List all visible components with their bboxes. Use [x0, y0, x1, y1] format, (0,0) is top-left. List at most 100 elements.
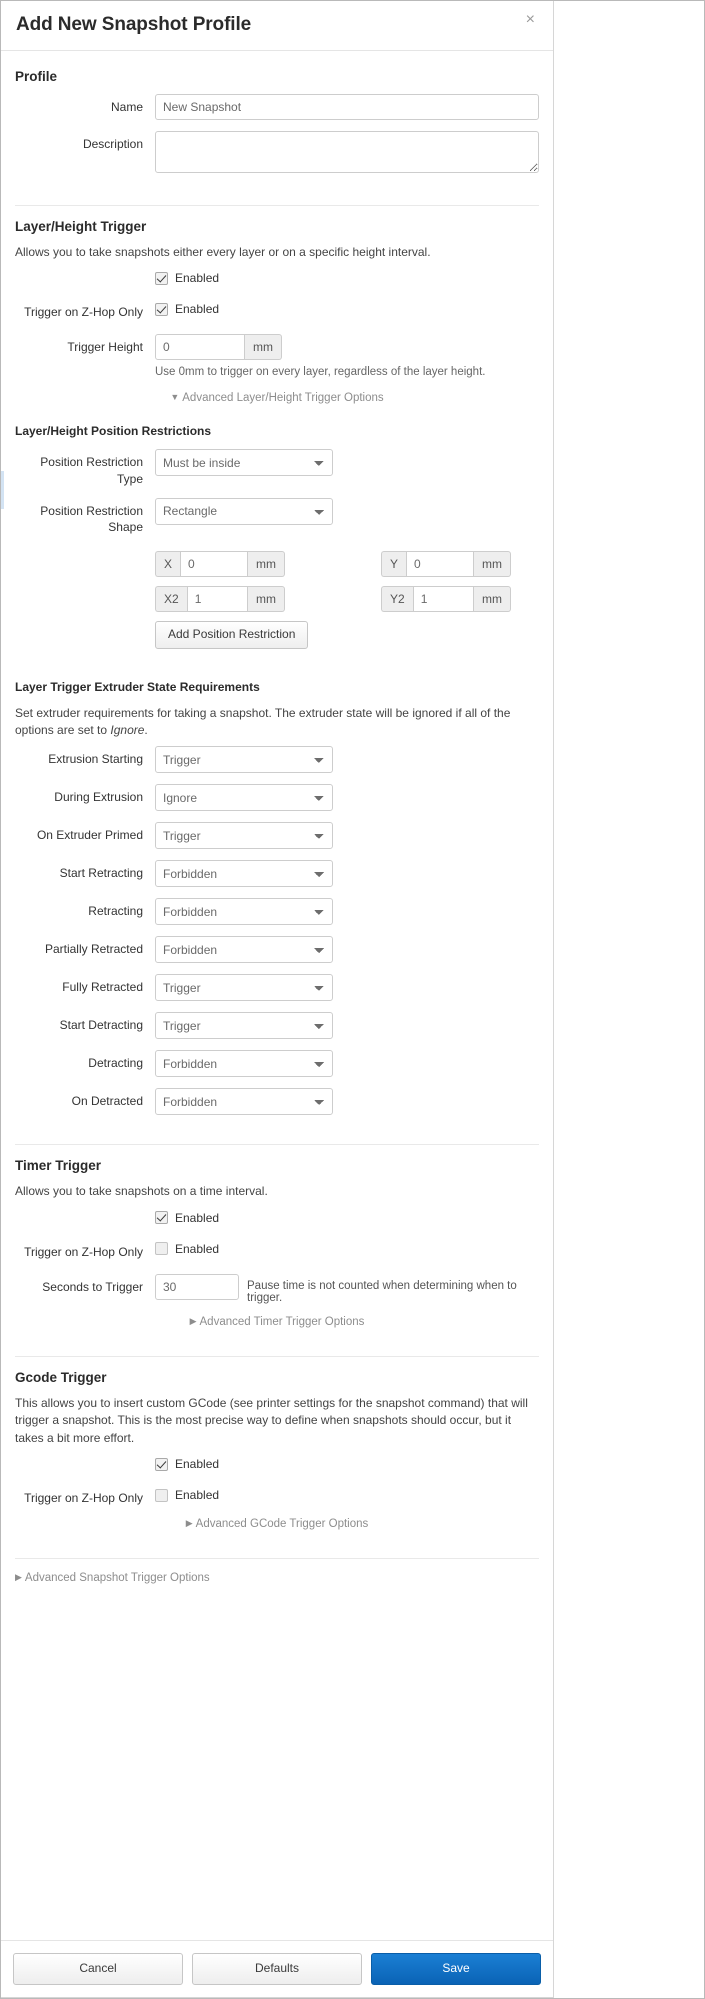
- extruder-state-label: On Extruder Primed: [15, 822, 155, 843]
- layer-zhop-checkbox[interactable]: [155, 303, 168, 316]
- close-icon[interactable]: ×: [522, 10, 539, 30]
- advanced-gcode-trigger-link[interactable]: ▶Advanced GCode Trigger Options: [15, 1518, 539, 1530]
- advanced-timer-trigger-label: Advanced Timer Trigger Options: [200, 1316, 365, 1328]
- y-input[interactable]: [406, 551, 474, 577]
- timer-zhop-checkbox[interactable]: [155, 1242, 168, 1255]
- advanced-snapshot-trigger-link[interactable]: ▶Advanced Snapshot Trigger Options: [15, 1572, 539, 1584]
- y-prefix: Y: [381, 551, 406, 577]
- name-label: Name: [15, 94, 155, 115]
- extruder-state-row: During ExtrusionIgnore: [15, 784, 539, 811]
- dialog-body: Profile Name Description Layer/Hei: [1, 51, 553, 1941]
- extruder-state-description: Set extruder requirements for taking a s…: [15, 705, 539, 740]
- timer-zhop-label: Trigger on Z-Hop Only: [15, 1239, 155, 1260]
- y2-coord-group: Y2 mm: [381, 586, 511, 612]
- advanced-snapshot-trigger-label: Advanced Snapshot Trigger Options: [25, 1572, 210, 1584]
- gcode-zhop-row: Trigger on Z-Hop Only Enabled: [15, 1485, 539, 1506]
- x-input[interactable]: [180, 551, 248, 577]
- layer-zhop-label: Trigger on Z-Hop Only: [15, 299, 155, 320]
- y2-input[interactable]: [413, 586, 474, 612]
- extruder-state-select[interactable]: Forbidden: [155, 898, 333, 925]
- extruder-state-description-part1: Set extruder requirements for taking a s…: [15, 706, 510, 737]
- seconds-to-trigger-input[interactable]: [155, 1274, 239, 1300]
- description-label: Description: [15, 131, 155, 152]
- extruder-state-label: On Detracted: [15, 1088, 155, 1109]
- add-position-restriction-button[interactable]: Add Position Restriction: [155, 621, 308, 649]
- extruder-state-select[interactable]: Ignore: [155, 784, 333, 811]
- x2-input[interactable]: [187, 586, 248, 612]
- layer-zhop-row: Trigger on Z-Hop Only Enabled: [15, 299, 539, 320]
- gcode-enabled-checkbox[interactable]: [155, 1458, 168, 1471]
- extruder-state-row: Partially RetractedForbidden: [15, 936, 539, 963]
- extruder-state-rows: Extrusion StartingTrigger During Extrusio…: [15, 746, 539, 1115]
- caret-down-icon: ▼: [170, 392, 179, 402]
- trigger-height-row: Trigger Height mm Use 0mm to trigger on …: [15, 334, 539, 380]
- layer-zhop-enabled-label: Enabled: [175, 302, 219, 316]
- extruder-state-select[interactable]: Trigger: [155, 822, 333, 849]
- extruder-state-select[interactable]: Forbidden: [155, 860, 333, 887]
- extruder-state-title: Layer Trigger Extruder State Requirement…: [15, 680, 539, 694]
- extruder-state-row: Extrusion StartingTrigger: [15, 746, 539, 773]
- name-row: Name: [15, 94, 539, 120]
- position-restrictions-title: Layer/Height Position Restrictions: [15, 424, 539, 438]
- gcode-zhop-enabled-label: Enabled: [175, 1488, 219, 1502]
- extruder-state-label: Detracting: [15, 1050, 155, 1071]
- timer-enabled-label: Enabled: [175, 1211, 219, 1225]
- advanced-layer-height-trigger-label: Advanced Layer/Height Trigger Options: [182, 392, 383, 404]
- left-edge-accent: [1, 471, 4, 509]
- extruder-state-label: During Extrusion: [15, 784, 155, 805]
- position-restriction-shape-row: Position Restriction Shape Rectangle: [15, 498, 539, 535]
- timer-trigger-title: Timer Trigger: [15, 1158, 539, 1173]
- layer-height-trigger-description: Allows you to take snapshots either ever…: [15, 244, 539, 261]
- x2-coord-group: X2 mm: [155, 586, 285, 612]
- extruder-state-label: Start Retracting: [15, 860, 155, 881]
- divider: [15, 1356, 539, 1357]
- gcode-zhop-checkbox[interactable]: [155, 1489, 168, 1502]
- cancel-button[interactable]: Cancel: [13, 1953, 183, 1985]
- extruder-state-row: Start DetractingTrigger: [15, 1012, 539, 1039]
- description-row: Description: [15, 131, 539, 176]
- gcode-trigger-description: This allows you to insert custom GCode (…: [15, 1395, 539, 1447]
- advanced-timer-trigger-link[interactable]: ▶Advanced Timer Trigger Options: [15, 1316, 539, 1328]
- layer-enabled-checkbox[interactable]: [155, 272, 168, 285]
- gcode-enabled-label: Enabled: [175, 1457, 219, 1471]
- extruder-state-label: Retracting: [15, 898, 155, 919]
- seconds-to-trigger-row: Seconds to Trigger Pause time is not cou…: [15, 1274, 539, 1304]
- extruder-state-select[interactable]: Forbidden: [155, 936, 333, 963]
- timer-trigger-description: Allows you to take snapshots on a time i…: [15, 1183, 539, 1200]
- advanced-layer-height-trigger-link[interactable]: ▼Advanced Layer/Height Trigger Options: [15, 392, 539, 404]
- x-coord-group: X mm: [155, 551, 285, 577]
- extruder-state-select[interactable]: Forbidden: [155, 1088, 333, 1115]
- trigger-height-unit: mm: [245, 334, 282, 360]
- name-input[interactable]: [155, 94, 539, 120]
- position-restriction-type-select[interactable]: Must be inside: [155, 449, 333, 476]
- extruder-state-select[interactable]: Trigger: [155, 974, 333, 1001]
- dialog-panel: Add New Snapshot Profile × Profile Name …: [1, 1, 554, 1998]
- y-unit: mm: [474, 551, 511, 577]
- extruder-state-section: Layer Trigger Extruder State Requirement…: [15, 680, 539, 1131]
- trigger-height-input[interactable]: [155, 334, 245, 360]
- gcode-trigger-section: Gcode Trigger This allows you to insert …: [15, 1370, 539, 1544]
- gcode-trigger-title: Gcode Trigger: [15, 1370, 539, 1385]
- extruder-state-description-em: Ignore: [110, 723, 144, 737]
- timer-enabled-checkbox[interactable]: [155, 1211, 168, 1224]
- position-restriction-type-row: Position Restriction Type Must be inside: [15, 449, 539, 486]
- extruder-state-select[interactable]: Trigger: [155, 746, 333, 773]
- save-button[interactable]: Save: [371, 1953, 541, 1985]
- defaults-button[interactable]: Defaults: [192, 1953, 362, 1985]
- x2-prefix: X2: [155, 586, 187, 612]
- gcode-zhop-label: Trigger on Z-Hop Only: [15, 1485, 155, 1506]
- profile-section: Profile Name Description: [15, 69, 539, 191]
- position-restriction-shape-select[interactable]: Rectangle: [155, 498, 333, 525]
- extruder-state-row: Start RetractingForbidden: [15, 860, 539, 887]
- extruder-state-select[interactable]: Trigger: [155, 1012, 333, 1039]
- coord-row-2: X2 mm Y2 mm: [155, 586, 539, 612]
- coord-row-1: X mm Y mm: [155, 551, 539, 577]
- y-coord-group: Y mm: [381, 551, 511, 577]
- divider: [15, 1144, 539, 1145]
- extruder-state-select[interactable]: Forbidden: [155, 1050, 333, 1077]
- layer-height-trigger-title: Layer/Height Trigger: [15, 219, 539, 234]
- extruder-state-description-part2: .: [144, 723, 147, 737]
- add-snapshot-profile-dialog: Add New Snapshot Profile × Profile Name …: [0, 0, 705, 1999]
- description-textarea[interactable]: [155, 131, 539, 173]
- extruder-state-label: Start Detracting: [15, 1012, 155, 1033]
